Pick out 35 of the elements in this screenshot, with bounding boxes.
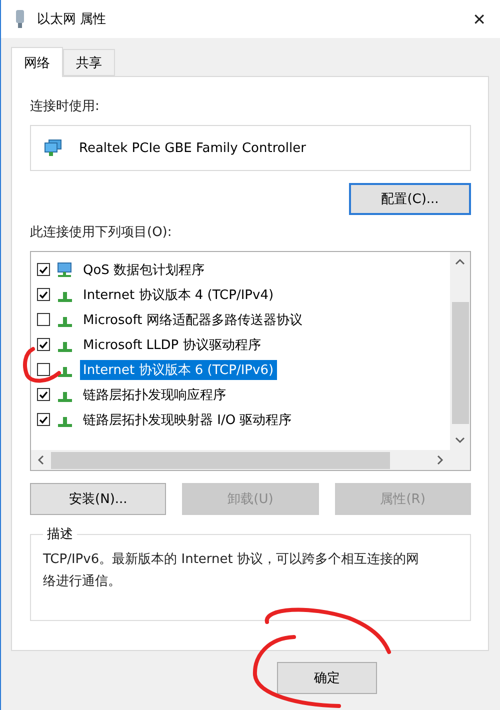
window-title: 以太网 属性 <box>37 11 108 28</box>
scroll-right-icon[interactable] <box>435 455 445 465</box>
description-text: TCP/IPv6。最新版本的 Internet 协议，可以跨多个相互连接的网络进行通信。 <box>43 551 420 591</box>
vertical-scrollbar[interactable] <box>450 252 470 450</box>
checkbox[interactable] <box>37 388 50 401</box>
ethernet-plug-icon <box>15 9 25 29</box>
checkbox[interactable] <box>37 263 50 276</box>
list-item[interactable]: Microsoft 网络适配器多路传送器协议 <box>80 310 306 330</box>
scroll-down-icon[interactable] <box>455 435 465 445</box>
section-label: 连接时使用: <box>30 98 100 115</box>
monitor-network-icon <box>56 262 74 278</box>
checkbox[interactable] <box>37 288 50 301</box>
checkbox[interactable] <box>37 413 50 426</box>
scroll-left-icon[interactable] <box>36 455 46 465</box>
close-icon[interactable]: ✕ <box>472 10 486 28</box>
horizontal-scrollbar[interactable] <box>31 450 450 470</box>
group-title: 描述 <box>46 526 74 543</box>
item-action-button[interactable]: 安装(N)... <box>30 483 166 515</box>
list-item[interactable]: Internet 协议版本 6 (TCP/IPv6) <box>80 360 277 380</box>
list-item[interactable]: QoS 数据包计划程序 <box>80 260 208 280</box>
list-item[interactable]: Internet 协议版本 4 (TCP/IPv4) <box>80 284 277 304</box>
checkbox[interactable] <box>37 313 50 326</box>
list-item[interactable]: Microsoft LLDP 协议驱动程序 <box>80 334 264 354</box>
scroll-up-icon[interactable] <box>455 257 465 267</box>
adapter-name: Realtek PCIe GBE Family Controller <box>79 140 306 156</box>
configure-button[interactable]: 配置(C)... <box>349 183 471 215</box>
section-label: 此连接使用下列项目(O): <box>30 225 172 240</box>
checkbox[interactable] <box>37 338 50 351</box>
list-item[interactable]: 链路层拓扑发现响应程序 <box>80 384 229 404</box>
tab[interactable]: 网络 <box>11 47 63 77</box>
checkbox[interactable] <box>37 363 50 376</box>
tab[interactable]: 共享 <box>63 49 115 76</box>
list-item[interactable]: 链路层拓扑发现映射器 I/O 驱动程序 <box>80 410 295 430</box>
ok-button[interactable]: 确定 <box>277 662 377 694</box>
network-adapter-icon <box>43 139 63 157</box>
